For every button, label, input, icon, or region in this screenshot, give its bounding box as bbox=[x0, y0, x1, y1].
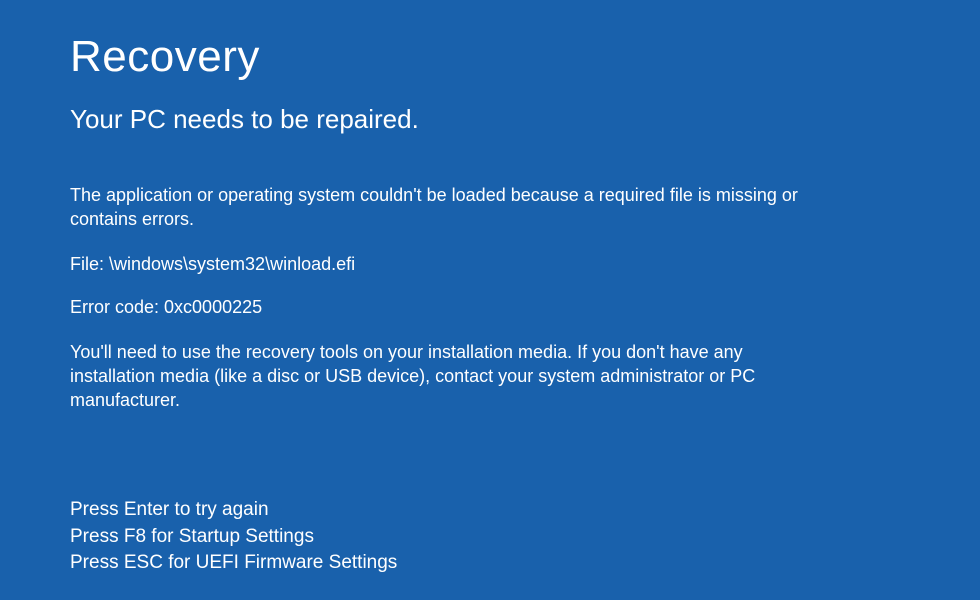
page-title: Recovery bbox=[70, 32, 980, 82]
instruction-enter: Press Enter to try again bbox=[70, 497, 397, 523]
keyboard-instructions: Press Enter to try again Press F8 for St… bbox=[70, 497, 397, 576]
error-code: Error code: 0xc0000225 bbox=[70, 297, 830, 318]
error-details-block: The application or operating system coul… bbox=[70, 183, 830, 412]
error-advice-text: You'll need to use the recovery tools on… bbox=[70, 340, 830, 413]
instruction-esc: Press ESC for UEFI Firmware Settings bbox=[70, 550, 397, 576]
page-subtitle: Your PC needs to be repaired. bbox=[70, 104, 980, 135]
error-file-path: File: \windows\system32\winload.efi bbox=[70, 254, 830, 275]
error-intro-text: The application or operating system coul… bbox=[70, 183, 830, 232]
instruction-f8: Press F8 for Startup Settings bbox=[70, 524, 397, 550]
